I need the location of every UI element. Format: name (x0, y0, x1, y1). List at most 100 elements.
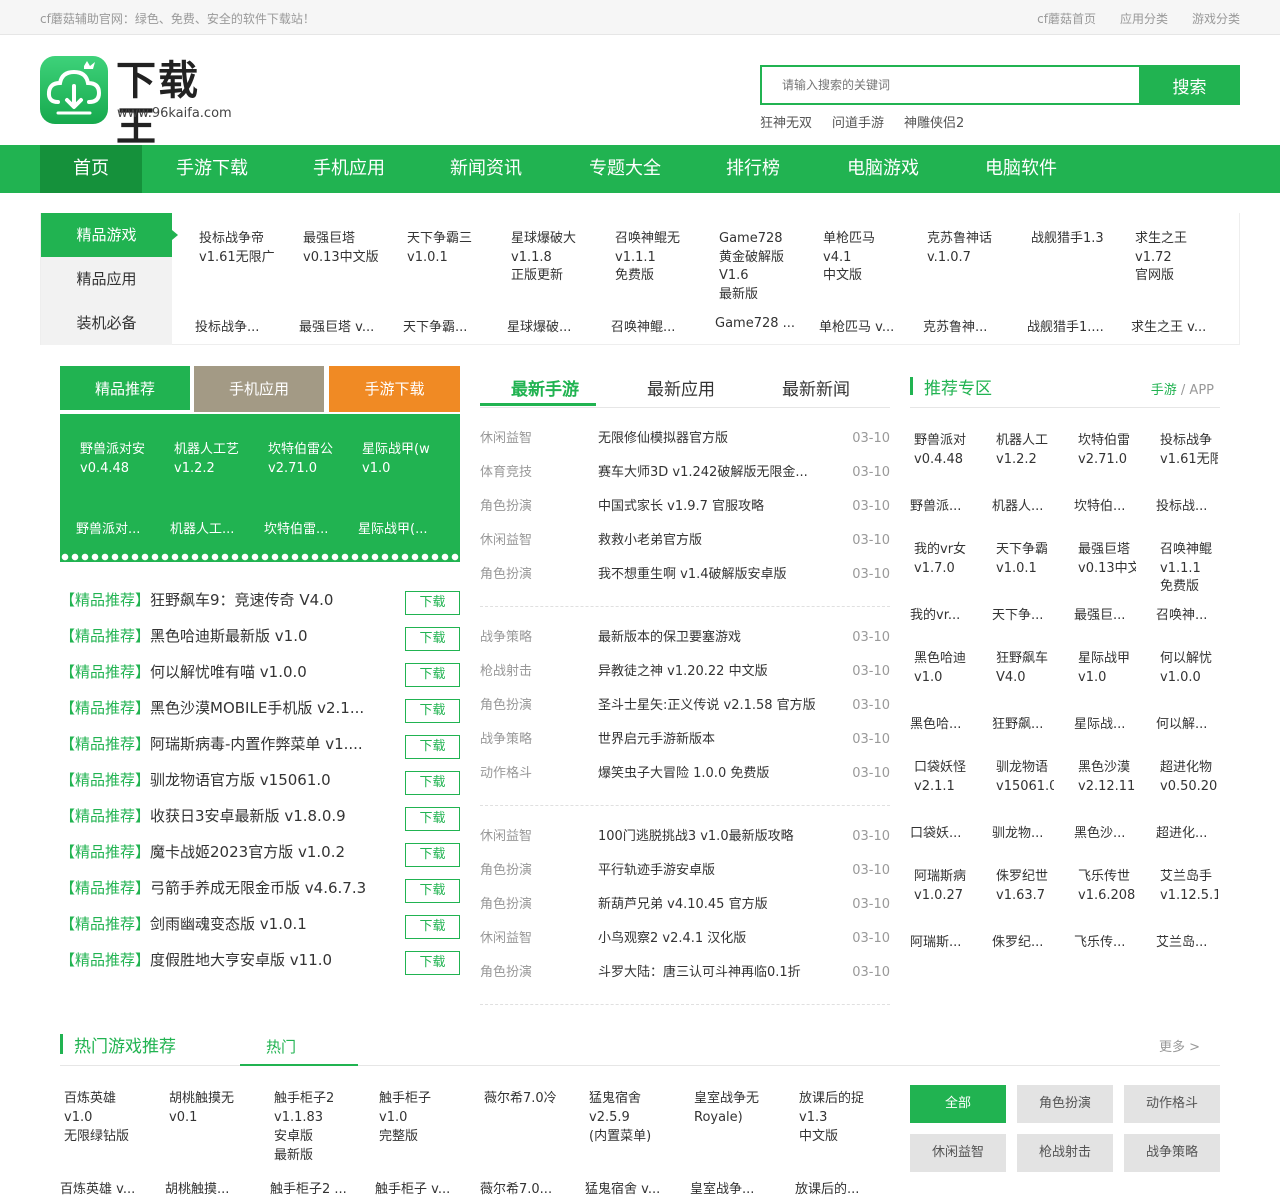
news-title[interactable]: 小鸟观察2 v2.4.1 汉化版 (598, 930, 828, 948)
featured-item[interactable]: 召唤神鲲无 v1.1.1 免费版 (615, 230, 691, 286)
recommend-title[interactable]: 魔卡战姬2023官方版 v1.0.2 (150, 843, 345, 861)
news-title[interactable]: 无限修仙模拟器官方版 (598, 430, 828, 448)
zone-item[interactable]: 星际战甲 v1.0 (1078, 650, 1136, 687)
hot-game-short[interactable]: 薇尔希7.0... (480, 1180, 552, 1199)
recommend-grid-short[interactable]: 机器人工... (170, 520, 234, 539)
zone-item-short[interactable]: 黑色沙... (1074, 825, 1125, 844)
tab-latest-games[interactable]: 最新手游 (511, 375, 579, 400)
nav-mobile-apps[interactable]: 手机应用 (282, 145, 416, 193)
zone-item[interactable]: 口袋妖怪 v2.1.1 (914, 759, 972, 796)
hot-game-short[interactable]: 猛鬼宿舍 v... (585, 1180, 660, 1199)
zone-item[interactable]: 机器人工 v1.2.2 (996, 432, 1054, 469)
hot-game-short[interactable]: 胡桃触摸... (165, 1180, 229, 1199)
hot-game-item[interactable]: 皇室战争无 Royale) (694, 1089, 772, 1127)
featured-item[interactable]: Game728 黄金破解版 V1.6 最新版 (719, 230, 795, 304)
hot-game-item[interactable]: 放课后的捉 v1.3 中文版 (799, 1089, 877, 1146)
recommend-grid-short[interactable]: 坎特伯雷... (264, 520, 328, 539)
switch-games[interactable]: 手游 (1151, 383, 1177, 398)
zone-item[interactable]: 超进化物 v0.50.20 (1160, 759, 1218, 796)
recommend-grid-short[interactable]: 野兽派对... (76, 520, 140, 539)
download-button[interactable]: 下载 (405, 627, 460, 651)
zone-item[interactable]: 黑色哈迪 v1.0 (914, 650, 972, 687)
zone-item-short[interactable]: 星际战... (1074, 716, 1125, 735)
download-button[interactable]: 下载 (405, 807, 460, 831)
featured-item[interactable]: 战舰猎手1.3 (1031, 230, 1107, 249)
category-button[interactable]: 角色扮演 (1017, 1085, 1113, 1123)
hot-keyword[interactable]: 狂神无双 (760, 112, 812, 131)
download-button[interactable]: 下载 (405, 951, 460, 975)
news-category[interactable]: 休闲益智 (480, 430, 532, 448)
category-button[interactable]: 全部 (910, 1085, 1006, 1123)
category-button[interactable]: 枪战射击 (1017, 1134, 1113, 1172)
featured-item[interactable]: 天下争霸三 v1.0.1 (407, 230, 483, 267)
zone-item[interactable]: 阿瑞斯病 v1.0.27 (914, 868, 972, 905)
recommend-grid-item[interactable]: 坎特伯雷公 v2.71.0 (268, 440, 352, 478)
zone-item-short[interactable]: 侏罗纪... (992, 934, 1043, 953)
zone-item[interactable]: 狂野飙车 V4.0 (996, 650, 1054, 687)
download-button[interactable]: 下载 (405, 735, 460, 759)
zone-item-short[interactable]: 艾兰岛... (1156, 934, 1207, 953)
zone-item[interactable]: 黑色沙漠 v2.12.11 (1078, 759, 1136, 796)
news-category[interactable]: 角色扮演 (480, 697, 532, 715)
featured-item-short[interactable]: 投标战争... (195, 316, 259, 335)
tab-essentials[interactable]: 装机必备 (41, 301, 172, 345)
nav-home[interactable]: 首页 (40, 145, 142, 193)
zone-item-short[interactable]: 野兽派... (910, 498, 961, 517)
news-category[interactable]: 战争策略 (480, 629, 532, 647)
zone-item-short[interactable]: 坎特伯... (1074, 498, 1125, 517)
zone-item[interactable]: 投标战争 v1.61无限 (1160, 432, 1218, 469)
search-input[interactable] (760, 65, 1140, 105)
zone-item-short[interactable]: 口袋妖... (910, 825, 961, 844)
download-button[interactable]: 下载 (405, 843, 460, 867)
featured-item[interactable]: 求生之王 v1.72 官网版 (1135, 230, 1211, 286)
news-category[interactable]: 角色扮演 (480, 964, 532, 982)
top-link-apps[interactable]: 应用分类 (1120, 10, 1168, 27)
zone-item-short[interactable]: 机器人... (992, 498, 1043, 517)
featured-item-short[interactable]: Game728 ... (715, 316, 795, 331)
zone-item-short[interactable]: 召唤神... (1156, 607, 1207, 626)
recommend-title[interactable]: 驯龙物语官方版 v15061.0 (150, 771, 331, 789)
hot-game-short[interactable]: 皇室战争... (690, 1180, 754, 1199)
zone-item[interactable]: 野兽派对 v0.4.48 (914, 432, 972, 469)
nav-pc-software[interactable]: 电脑软件 (954, 145, 1088, 193)
download-button[interactable]: 下载 (405, 771, 460, 795)
switch-apps[interactable]: APP (1189, 383, 1214, 398)
news-category[interactable]: 角色扮演 (480, 566, 532, 584)
hot-game-item[interactable]: 百炼英雄 v1.0 无限绿钻版 (64, 1089, 142, 1146)
featured-item-short[interactable]: 战舰猎手1.... (1027, 316, 1104, 335)
news-category[interactable]: 休闲益智 (480, 930, 532, 948)
news-title[interactable]: 新葫芦兄弟 v4.10.45 官方版 (598, 896, 828, 914)
featured-item[interactable]: 单枪匹马 v4.1 中文版 (823, 230, 899, 286)
nav-mobile-games[interactable]: 手游下载 (142, 145, 282, 193)
zone-item[interactable]: 艾兰岛手 v1.12.5.1 (1160, 868, 1218, 905)
news-category[interactable]: 体育竞技 (480, 464, 532, 482)
download-button[interactable]: 下载 (405, 591, 460, 615)
news-title[interactable]: 平行轨迹手游安卓版 (598, 862, 828, 880)
hot-game-short[interactable]: 百炼英雄 v... (60, 1180, 135, 1199)
news-category[interactable]: 动作格斗 (480, 765, 532, 783)
featured-item-short[interactable]: 星球爆破... (507, 316, 571, 335)
download-button[interactable]: 下载 (405, 915, 460, 939)
featured-item-short[interactable]: 天下争霸... (403, 316, 467, 335)
tab-featured-apps[interactable]: 精品应用 (41, 257, 172, 301)
site-logo[interactable]: 下载王 www.96kaifa.com (40, 56, 240, 150)
category-button[interactable]: 战争策略 (1124, 1134, 1220, 1172)
featured-item[interactable]: 克苏鲁神话 v.1.0.7 (927, 230, 1003, 267)
featured-item[interactable]: 最强巨塔 v0.13中文版 (303, 230, 379, 267)
nav-topics[interactable]: 专题大全 (556, 145, 694, 193)
nav-pc-games[interactable]: 电脑游戏 (812, 145, 954, 193)
news-title[interactable]: 我不想重生啊 v1.4破解版安卓版 (598, 566, 828, 584)
tab-apps[interactable]: 手机应用 (194, 366, 324, 412)
zone-item-short[interactable]: 黑色哈... (910, 716, 961, 735)
zone-item[interactable]: 天下争霸 v1.0.1 (996, 541, 1054, 578)
featured-item-short[interactable]: 单枪匹马 v... (819, 316, 894, 335)
featured-item[interactable]: 星球爆破大 v1.1.8 正版更新 (511, 230, 587, 286)
news-title[interactable]: 世界启元手游新版本 (598, 731, 828, 749)
featured-item-short[interactable]: 求生之王 v... (1131, 316, 1206, 335)
hot-game-item[interactable]: 触手柜子2 v1.1.83 安卓版 最新版 (274, 1089, 352, 1165)
recommend-grid-item[interactable]: 野兽派对安 v0.4.48 (80, 440, 164, 478)
featured-item-short[interactable]: 召唤神鲲... (611, 316, 675, 335)
search-button[interactable]: 搜索 (1139, 65, 1240, 105)
zone-item-short[interactable]: 投标战... (1156, 498, 1207, 517)
news-category[interactable]: 休闲益智 (480, 532, 532, 550)
